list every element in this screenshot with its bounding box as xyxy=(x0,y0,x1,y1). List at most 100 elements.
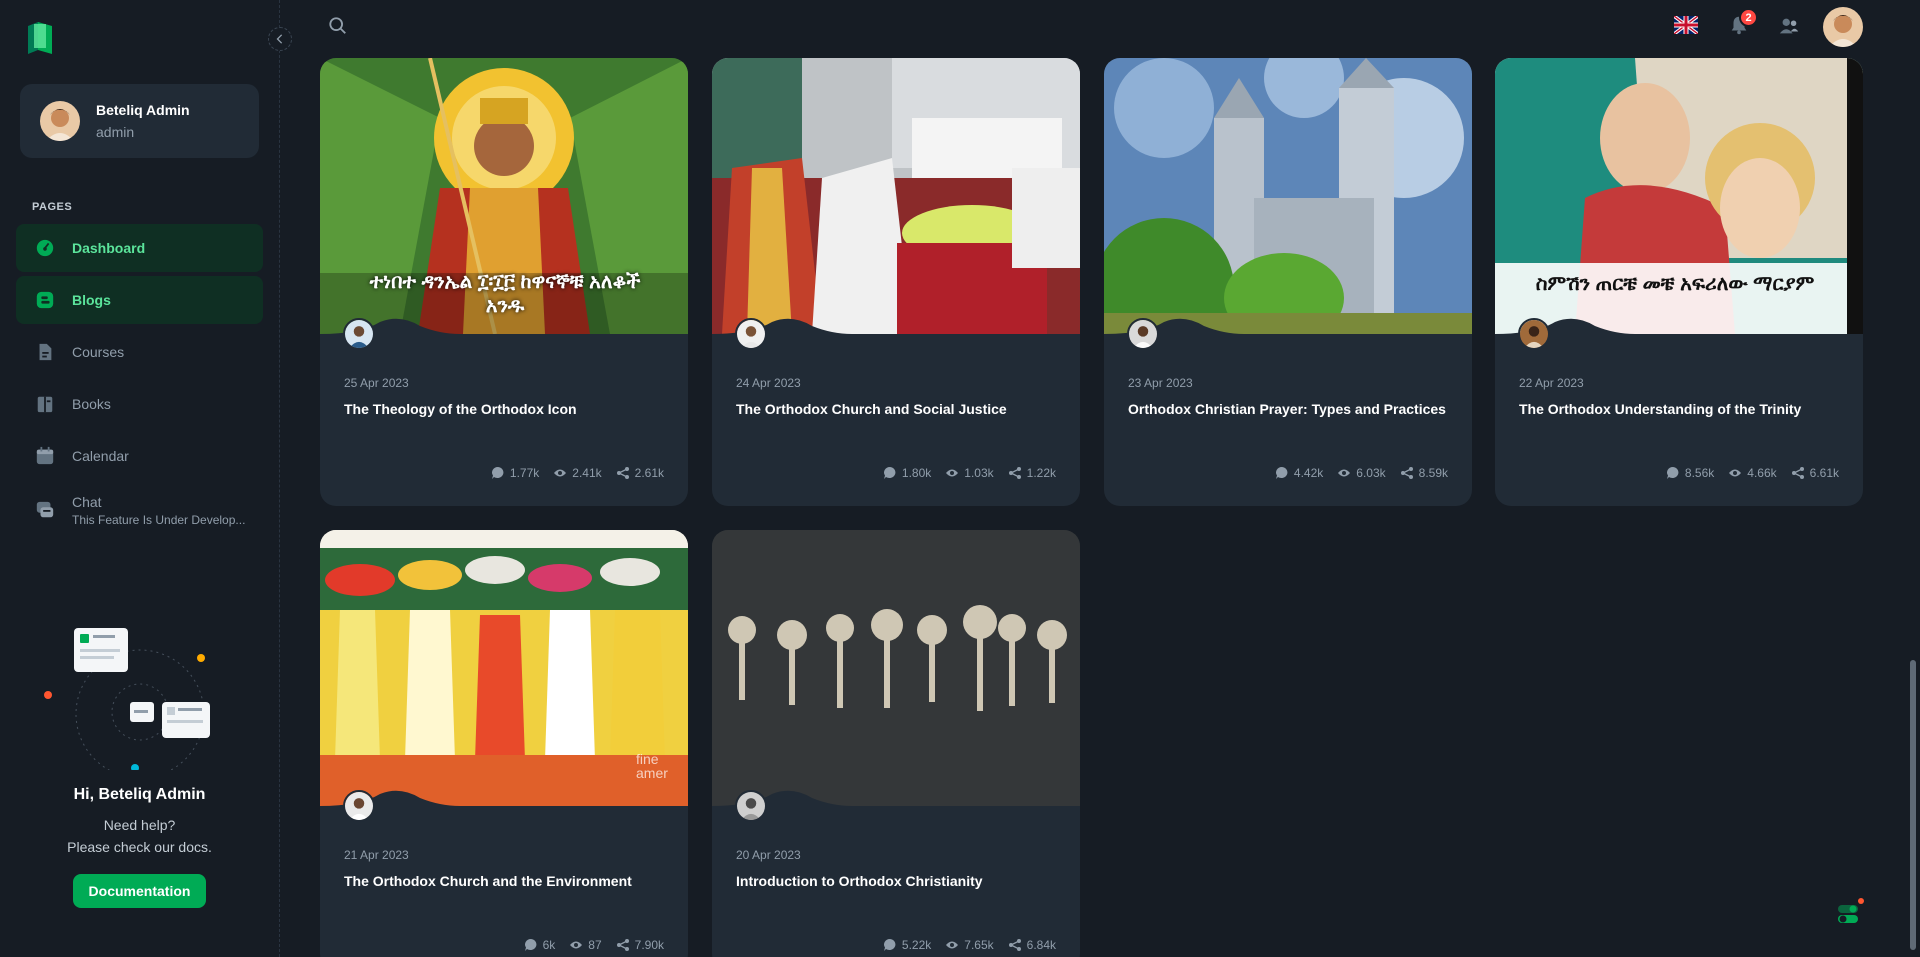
share-count: 2.61k xyxy=(634,466,664,480)
blog-card[interactable]: 20 Apr 2023 Introduction to Orthodox Chr… xyxy=(712,530,1080,957)
search-icon[interactable] xyxy=(328,16,350,38)
share-count: 7.90k xyxy=(634,938,664,952)
post-date: 23 Apr 2023 xyxy=(1128,376,1193,390)
eye-icon xyxy=(1338,469,1351,477)
comment-count: 4.42k xyxy=(1293,466,1324,480)
language-flag-icon[interactable] xyxy=(1672,14,1700,36)
sidebar: Beteliq Admin admin PAGES Dashboard Blog… xyxy=(0,0,280,957)
post-date: 25 Apr 2023 xyxy=(344,376,409,390)
view-count: 1.03k xyxy=(964,466,994,480)
blog-card[interactable]: 23 Apr 2023 Orthodox Christian Prayer: T… xyxy=(1104,58,1472,506)
author-avatar[interactable] xyxy=(343,318,375,350)
sidebar-item-chat[interactable]: Chat This Feature Is Under Develop... xyxy=(16,484,263,536)
user-avatar[interactable] xyxy=(1823,7,1863,47)
view-count: 7.65k xyxy=(964,938,994,952)
view-count: 2.41k xyxy=(572,466,602,480)
post-cover-image xyxy=(320,530,688,806)
books-icon xyxy=(34,393,56,415)
notification-count-badge: 2 xyxy=(1739,8,1758,27)
sidebar-item-label: Courses xyxy=(72,344,125,360)
card-wave xyxy=(320,790,688,808)
eye-icon xyxy=(946,941,959,949)
share-icon xyxy=(616,467,629,479)
post-title[interactable]: The Orthodox Church and the Environment xyxy=(344,871,664,891)
post-date: 20 Apr 2023 xyxy=(736,848,801,862)
card-wave xyxy=(320,318,688,336)
view-count: 6.03k xyxy=(1356,466,1386,480)
comment-icon xyxy=(491,467,504,479)
post-stats: 4.42k 6.03k 8.59k xyxy=(1261,466,1448,480)
nav-list: Dashboard Blogs Courses Books Calendar C… xyxy=(16,224,263,540)
sidebar-item-label: Dashboard xyxy=(72,240,146,256)
sidebar-item-label: Books xyxy=(72,396,111,412)
chevron-left-icon xyxy=(276,34,283,44)
blog-card[interactable]: ተነበተ ዳንኤል ፲፡፲፫ ከዋናኞቹ አለቆች አንዱ 25 Apr 202… xyxy=(320,58,688,506)
docs-illustration xyxy=(40,620,240,779)
author-avatar[interactable] xyxy=(735,318,767,350)
post-stats: 1.80k 1.03k 1.22k xyxy=(869,466,1056,480)
calendar-icon xyxy=(34,445,56,467)
author-avatar[interactable] xyxy=(1518,318,1550,350)
author-avatar[interactable] xyxy=(1127,318,1159,350)
comment-count: 5.22k xyxy=(901,938,932,952)
account-card[interactable]: Beteliq Admin admin xyxy=(20,84,259,158)
avatar xyxy=(40,101,80,141)
app-logo[interactable] xyxy=(24,20,56,56)
post-title[interactable]: The Orthodox Understanding of the Trinit… xyxy=(1519,399,1839,419)
share-icon xyxy=(1791,467,1804,479)
sidebar-item-calendar[interactable]: Calendar xyxy=(16,432,263,480)
sidebar-item-caption: This Feature Is Under Develop... xyxy=(72,512,246,527)
blog-card[interactable]: ስምሽን ጠርቼ መቼ አፍሪለው ማርያም 22 Apr 2023 The O… xyxy=(1495,58,1863,506)
nav-section-label: PAGES xyxy=(32,201,73,213)
post-title[interactable]: Orthodox Christian Prayer: Types and Pra… xyxy=(1128,399,1448,419)
help-line-1: Need help? xyxy=(103,817,176,833)
comment-count: 8.56k xyxy=(1684,466,1715,480)
comment-count: 6k xyxy=(542,938,556,952)
post-stats: 1.77k 2.41k 2.61k xyxy=(477,466,664,480)
post-date: 22 Apr 2023 xyxy=(1519,376,1584,390)
share-count: 6.61k xyxy=(1809,466,1839,480)
view-count: 87 xyxy=(588,938,602,952)
comment-icon xyxy=(883,939,896,951)
comment-icon xyxy=(524,939,537,951)
blog-card[interactable]: fine amer 21 Apr 2023 The Orthodox Churc… xyxy=(320,530,688,957)
collapse-sidebar-button[interactable] xyxy=(268,27,292,51)
post-cover-image xyxy=(1104,58,1472,334)
sidebar-item-blogs[interactable]: Blogs xyxy=(16,276,263,324)
account-name: Beteliq Admin xyxy=(96,102,190,118)
share-icon xyxy=(1008,467,1021,479)
help-line-2: Please check our docs. xyxy=(67,839,212,855)
page-scrollbar[interactable] xyxy=(1910,660,1916,950)
contacts-icon[interactable] xyxy=(1778,15,1802,39)
dashboard-icon xyxy=(34,237,56,259)
author-avatar[interactable] xyxy=(343,790,375,822)
courses-icon xyxy=(34,341,56,363)
sidebar-item-books[interactable]: Books xyxy=(16,380,263,428)
post-title[interactable]: The Theology of the Orthodox Icon xyxy=(344,399,664,419)
share-count: 1.22k xyxy=(1026,466,1056,480)
post-stats: 6k 87 7.90k xyxy=(510,938,664,952)
settings-toggle-icon[interactable] xyxy=(1834,897,1866,929)
card-wave xyxy=(712,790,1080,808)
author-avatar[interactable] xyxy=(735,790,767,822)
comment-icon xyxy=(1275,467,1288,479)
share-icon xyxy=(616,939,629,951)
sidebar-item-label: Calendar xyxy=(72,448,129,464)
share-icon xyxy=(1400,467,1413,479)
post-title[interactable]: The Orthodox Church and Social Justice xyxy=(736,399,1056,419)
post-stats: 5.22k 7.65k 6.84k xyxy=(869,938,1056,952)
card-wave xyxy=(1495,318,1863,336)
post-stats: 8.56k 4.66k 6.61k xyxy=(1652,466,1839,480)
sidebar-item-courses[interactable]: Courses xyxy=(16,328,263,376)
view-count: 4.66k xyxy=(1747,466,1777,480)
eye-icon xyxy=(1729,469,1742,477)
documentation-button[interactable]: Documentation xyxy=(72,874,207,908)
share-count: 6.84k xyxy=(1026,938,1056,952)
blog-card[interactable]: 24 Apr 2023 The Orthodox Church and Soci… xyxy=(712,58,1080,506)
post-date: 24 Apr 2023 xyxy=(736,376,801,390)
share-count: 8.59k xyxy=(1418,466,1448,480)
post-title[interactable]: Introduction to Orthodox Christianity xyxy=(736,871,1056,891)
card-wave xyxy=(1104,318,1472,336)
sidebar-item-dashboard[interactable]: Dashboard xyxy=(16,224,263,272)
sidebar-item-label: Blogs xyxy=(72,292,111,308)
